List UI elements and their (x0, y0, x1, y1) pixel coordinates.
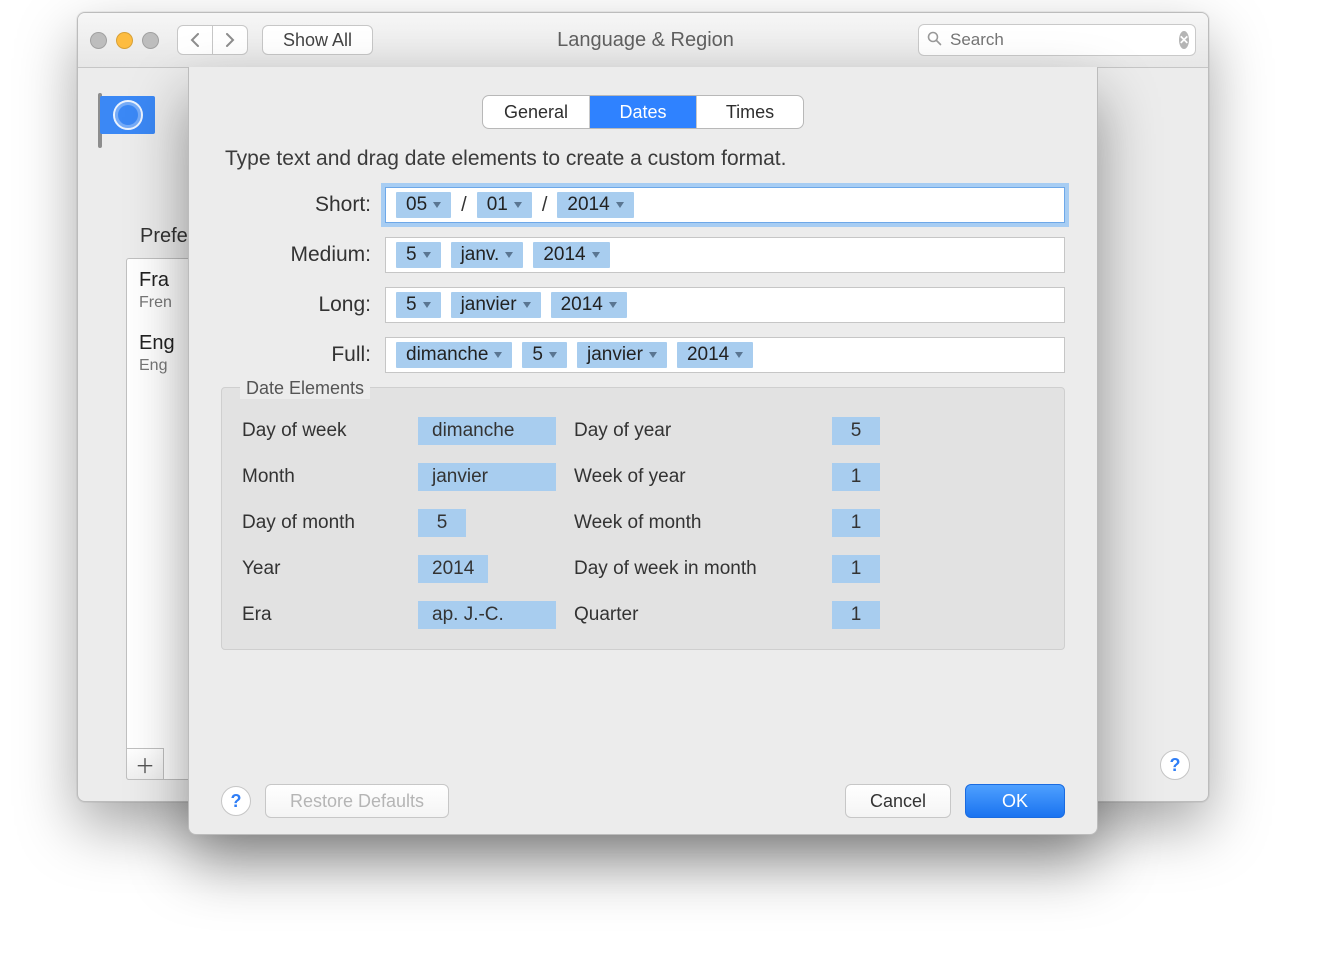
label-short: Short: (221, 193, 385, 217)
zoom-window-button[interactable] (142, 32, 159, 49)
token-month[interactable]: janvier (577, 342, 667, 368)
titlebar: Show All Language & Region ✕ (78, 13, 1208, 68)
label-full: Full: (221, 343, 385, 367)
minimize-window-button[interactable] (116, 32, 133, 49)
full-format-field[interactable]: dimanche 5 janvier 2014 (385, 337, 1065, 373)
token-day[interactable]: 5 (396, 292, 441, 318)
row-short: Short: 05 / 01 / 2014 (221, 187, 1065, 223)
date-format-sheet: General Dates Times Type text and drag d… (188, 67, 1098, 835)
chevron-down-icon (494, 352, 502, 358)
chevron-right-icon (225, 33, 235, 47)
back-button[interactable] (177, 25, 213, 55)
chevron-down-icon (514, 202, 522, 208)
element-week-of-month[interactable]: 1 (832, 509, 880, 537)
medium-format-field[interactable]: 5 janv. 2014 (385, 237, 1065, 273)
element-label: Quarter (574, 604, 804, 626)
search-icon (927, 31, 942, 49)
separator-text: / (461, 194, 467, 217)
chevron-down-icon (616, 202, 624, 208)
add-language-button[interactable]: ＋ (126, 748, 164, 780)
window-title: Language & Region (381, 29, 910, 52)
token-day[interactable]: 01 (477, 192, 532, 218)
traffic-lights (90, 32, 159, 49)
token-month[interactable]: janv. (451, 242, 524, 268)
element-label: Day of year (574, 420, 804, 442)
instruction-text: Type text and drag date elements to crea… (225, 147, 1061, 171)
show-all-button[interactable]: Show All (262, 25, 373, 55)
separator-text: / (542, 194, 548, 217)
preferred-languages-label: Prefe (140, 225, 188, 248)
tab-general[interactable]: General (483, 96, 590, 128)
label-medium: Medium: (221, 243, 385, 267)
nav-arrows (177, 25, 248, 55)
tab-dates[interactable]: Dates (590, 96, 697, 128)
chevron-down-icon (433, 202, 441, 208)
restore-defaults-button[interactable]: Restore Defaults (265, 784, 449, 818)
element-label: Month (242, 466, 412, 488)
chevron-down-icon (592, 252, 600, 258)
token-month[interactable]: janvier (451, 292, 541, 318)
forward-button[interactable] (212, 25, 248, 55)
element-day-of-year[interactable]: 5 (832, 417, 880, 445)
element-label: Week of year (574, 466, 804, 488)
format-rows: Short: 05 / 01 / 2014 Medium: 5 janv. 20… (221, 187, 1065, 373)
search-field[interactable]: ✕ (918, 24, 1196, 56)
long-format-field[interactable]: 5 janvier 2014 (385, 287, 1065, 323)
element-month[interactable]: janvier (418, 463, 556, 491)
chevron-down-icon (549, 352, 557, 358)
help-button[interactable]: ? (1160, 750, 1190, 780)
sheet-footer: ? Restore Defaults Cancel OK (221, 784, 1065, 818)
element-era[interactable]: ap. J.-C. (418, 601, 556, 629)
element-day-of-week[interactable]: dimanche (418, 417, 556, 445)
chevron-down-icon (423, 302, 431, 308)
element-label: Year (242, 558, 412, 580)
element-dow-in-month[interactable]: 1 (832, 555, 880, 583)
cancel-button[interactable]: Cancel (845, 784, 951, 818)
element-label: Day of month (242, 512, 412, 534)
date-elements-group: Date Elements Day of week dimanche Day o… (221, 387, 1065, 650)
chevron-left-icon (190, 33, 200, 47)
token-year[interactable]: 2014 (551, 292, 627, 318)
clear-search-button[interactable]: ✕ (1179, 31, 1189, 49)
element-label: Era (242, 604, 412, 626)
region-flag-icon (100, 96, 160, 151)
short-format-field[interactable]: 05 / 01 / 2014 (385, 187, 1065, 223)
chevron-down-icon (505, 252, 513, 258)
element-label: Week of month (574, 512, 804, 534)
chevron-down-icon (523, 302, 531, 308)
chevron-down-icon (735, 352, 743, 358)
row-full: Full: dimanche 5 janvier 2014 (221, 337, 1065, 373)
help-button[interactable]: ? (221, 786, 251, 816)
element-quarter[interactable]: 1 (832, 601, 880, 629)
date-elements-header: Date Elements (240, 378, 370, 399)
tab-bar: General Dates Times (482, 95, 804, 129)
chevron-down-icon (649, 352, 657, 358)
token-year[interactable]: 2014 (533, 242, 609, 268)
label-long: Long: (221, 293, 385, 317)
row-long: Long: 5 janvier 2014 (221, 287, 1065, 323)
token-year[interactable]: 2014 (557, 192, 633, 218)
close-window-button[interactable] (90, 32, 107, 49)
token-day[interactable]: 5 (522, 342, 567, 368)
tab-times[interactable]: Times (697, 96, 803, 128)
row-medium: Medium: 5 janv. 2014 (221, 237, 1065, 273)
token-day[interactable]: 5 (396, 242, 441, 268)
element-label: Day of week (242, 420, 412, 442)
token-month[interactable]: 05 (396, 192, 451, 218)
token-weekday[interactable]: dimanche (396, 342, 512, 368)
element-label: Day of week in month (574, 558, 804, 580)
chevron-down-icon (423, 252, 431, 258)
search-input[interactable] (948, 29, 1173, 51)
element-day-of-month[interactable]: 5 (418, 509, 466, 537)
token-year[interactable]: 2014 (677, 342, 753, 368)
element-year[interactable]: 2014 (418, 555, 488, 583)
ok-button[interactable]: OK (965, 784, 1065, 818)
chevron-down-icon (609, 302, 617, 308)
element-week-of-year[interactable]: 1 (832, 463, 880, 491)
